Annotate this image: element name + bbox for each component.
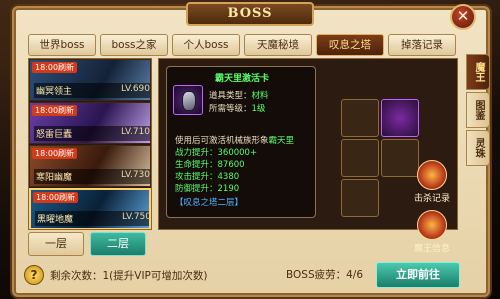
window-title: BOSS <box>186 2 314 26</box>
drop-item-slot[interactable] <box>341 179 379 217</box>
boss-info: 怒雷巨蠹 LV.710 <box>34 126 150 141</box>
right-action-group: 击杀记录 魔王信息 <box>404 160 460 260</box>
drop-item-slot[interactable] <box>341 139 379 177</box>
description-highlight: 霸天里 <box>268 136 295 146</box>
item-type-value: 材料 <box>251 91 269 101</box>
stat-attack: 攻击提升：4380 <box>175 172 240 182</box>
item-type-label: 道具类型： <box>209 91 252 101</box>
help-icon[interactable]: ? <box>24 265 44 285</box>
boss-level: LV.690 <box>120 84 150 94</box>
boss-list-item[interactable]: 18:00刷新 怒雷巨蠹 LV.710 <box>29 102 151 144</box>
game-screen: BOSS ✕ 世界boss boss之家 个人boss 天魔秘境 叹息之塔 掉落… <box>0 0 500 299</box>
tab-boss-home[interactable]: boss之家 <box>100 34 168 56</box>
tab-bar: 世界boss boss之家 个人boss 天魔秘境 叹息之塔 掉落记录 <box>28 34 456 56</box>
go-now-button[interactable]: 立即前往 <box>376 262 460 288</box>
boss-level: LV.730 <box>120 170 150 180</box>
drop-item-slot[interactable] <box>381 99 419 137</box>
floor-selector: 一层 二层 <box>28 232 146 256</box>
kill-records-label: 击杀记录 <box>413 194 450 204</box>
demon-info-button[interactable]: 魔王信息 <box>404 210 460 254</box>
boss-info: 幽冥领主 LV.690 <box>34 83 150 98</box>
boss-name: 幽冥领主 <box>36 87 73 97</box>
remaining-attempts: 剩余次数：1(提升VIP可增加次数) <box>50 269 208 282</box>
boss-info: 黑曜地魔 LV.750 <box>35 211 151 226</box>
item-level-value: 1级 <box>251 104 266 114</box>
boss-list: 18:00刷新 幽冥领主 LV.690 18:00刷新 怒雷巨蠹 LV.710 … <box>28 58 152 230</box>
floor-2-button[interactable]: 二层 <box>90 232 146 256</box>
demon-info-label: 魔王信息 <box>413 244 450 254</box>
bottom-bar: ? 剩余次数：1(提升VIP可增加次数) BOSS疲劳：4/6 立即前往 <box>24 262 464 288</box>
item-level-label: 所需等级： <box>209 104 252 114</box>
refresh-badge: 18:00刷新 <box>32 62 78 73</box>
item-card-icon <box>173 85 203 115</box>
boss-fatigue: BOSS疲劳：4/6 <box>286 269 364 281</box>
boss-name: 怒雷巨蠹 <box>36 130 73 140</box>
tab-drop-records[interactable]: 掉落记录 <box>388 34 456 56</box>
tab-personal-boss[interactable]: 个人boss <box>172 34 240 56</box>
boss-list-item[interactable]: 18:00刷新 寒阳幽魔 LV.730 <box>29 145 151 187</box>
drop-item-slot[interactable] <box>341 99 379 137</box>
side-tab-bar: 魔王 图鉴 灵珠 <box>466 54 490 166</box>
tab-sigh-tower[interactable]: 叹息之塔 <box>316 34 384 56</box>
refresh-badge: 18:00刷新 <box>33 192 79 203</box>
side-tab-codex[interactable]: 图鉴 <box>466 92 490 128</box>
stat-power: 战力提升：360000+ <box>175 148 258 158</box>
boss-level: LV.710 <box>120 127 150 137</box>
demon-emblem-icon <box>417 210 447 240</box>
kill-records-button[interactable]: 击杀记录 <box>404 160 460 204</box>
boss-level: LV.750 <box>121 212 151 222</box>
refresh-badge: 18:00刷新 <box>32 148 78 159</box>
side-tab-demon-king[interactable]: 魔王 <box>466 54 490 90</box>
boss-name: 黑曜地魔 <box>37 215 74 225</box>
item-level-row: 所需等级：1级 <box>209 102 265 114</box>
tab-demon-realm[interactable]: 天魔秘境 <box>244 34 312 56</box>
tooltip-title: 霸天里激活卡 <box>214 74 269 84</box>
item-source: 【叹息之塔二层】 <box>175 198 244 208</box>
stat-hp: 生命提升：87600 <box>175 160 245 170</box>
item-description: 使用后可激活机械族形象霸天里 <box>175 134 315 146</box>
boss-info: 寒阳幽魔 LV.730 <box>34 169 150 184</box>
item-type-row: 道具类型：材料 <box>209 89 269 101</box>
boss-list-item-selected[interactable]: 18:00刷新 黑曜地魔 LV.750 <box>29 188 151 229</box>
refresh-badge: 18:00刷新 <box>32 105 78 116</box>
side-tab-spirit-orb[interactable]: 灵珠 <box>466 130 490 166</box>
skull-emblem-icon <box>417 160 447 190</box>
boss-name: 寒阳幽魔 <box>36 173 73 183</box>
floor-1-button[interactable]: 一层 <box>28 232 84 256</box>
description-text: 使用后可激活机械族形象 <box>175 136 269 146</box>
tab-world-boss[interactable]: 世界boss <box>28 34 96 56</box>
item-tooltip: 霸天里激活卡 道具类型：材料 所需等级：1级 使用后可激活机械族形象霸天里 战力… <box>166 66 316 218</box>
close-button[interactable]: ✕ <box>450 4 476 30</box>
boss-list-item[interactable]: 18:00刷新 幽冥领主 LV.690 <box>29 59 151 101</box>
stat-defense: 防御提升：2190 <box>175 184 240 194</box>
